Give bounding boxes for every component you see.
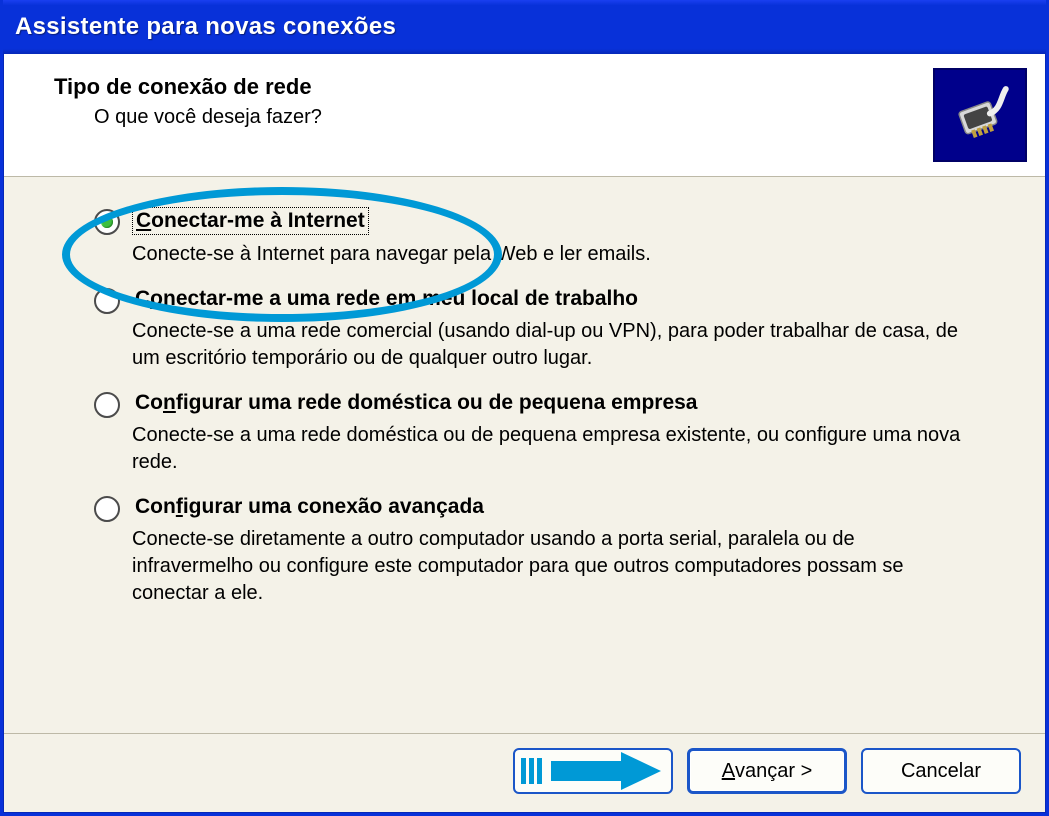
titlebar-text: Assistente para novas conexões [15,13,396,41]
wizard-footer: Avançar > Cancelar [4,733,1045,812]
radio-home-network[interactable] [94,392,120,418]
wizard-body: Conectar-me à Internet Conecte-se à Inte… [4,177,1045,733]
radio-connect-workplace[interactable] [94,288,120,314]
titlebar[interactable]: Assistente para novas conexões [3,0,1046,54]
page-title: Tipo de conexão de rede [54,74,933,100]
option-home-network[interactable]: Configurar uma rede doméstica ou de pequ… [94,390,995,476]
option-description: Conecte-se a uma rede comercial (usando … [132,318,995,372]
page-subtitle: O que você deseja fazer? [54,106,933,129]
wizard-window: Assistente para novas conexões Tipo de c… [0,0,1049,816]
back-button[interactable] [513,748,673,794]
wizard-header: Tipo de conexão de rede O que você desej… [4,54,1045,177]
option-title[interactable]: Configurar uma rede doméstica ou de pequ… [132,390,701,416]
option-description: Conecte-se a uma rede doméstica ou de pe… [132,422,995,476]
radio-connect-internet[interactable] [94,209,120,235]
option-title[interactable]: Conectar-me à Internet [132,207,369,235]
network-modem-icon [933,68,1027,162]
option-connect-workplace[interactable]: Conectar-me a uma rede em meu local de t… [94,286,995,372]
option-advanced-connection[interactable]: Configurar uma conexão avançada Conecte-… [94,494,995,607]
back-arrow-stripes-icon [521,756,543,786]
option-connect-internet[interactable]: Conectar-me à Internet Conecte-se à Inte… [94,207,995,268]
option-description: Conecte-se diretamente a outro computado… [132,526,995,607]
option-title[interactable]: Configurar uma conexão avançada [132,494,487,520]
client-area: Tipo de conexão de rede O que você desej… [3,54,1046,813]
cancel-button[interactable]: Cancelar [861,748,1021,794]
option-description: Conecte-se à Internet para navegar pela … [132,241,995,268]
arrow-right-annotation-icon [551,752,661,790]
option-title[interactable]: Conectar-me a uma rede em meu local de t… [132,286,641,312]
radio-advanced-connection[interactable] [94,496,120,522]
next-button[interactable]: Avançar > [687,748,847,794]
